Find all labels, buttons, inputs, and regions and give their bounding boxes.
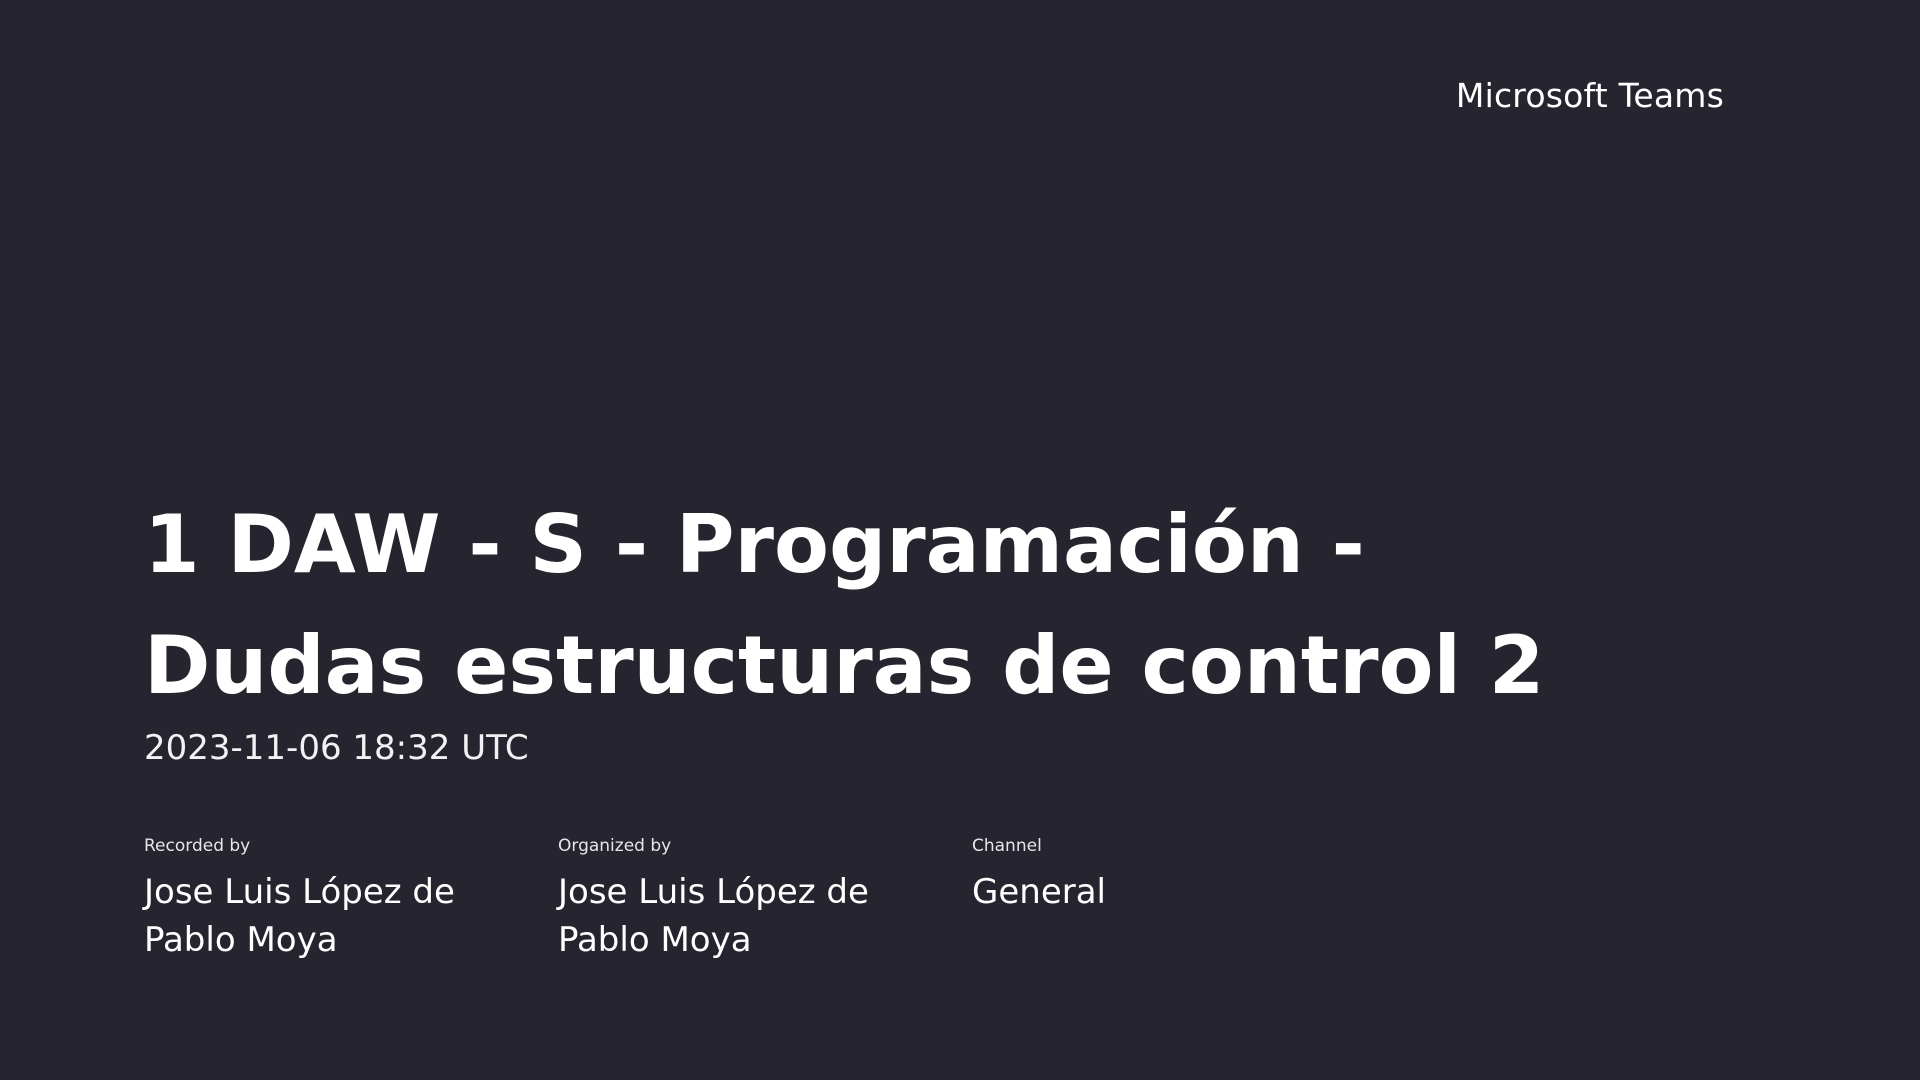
organized-by-value: Jose Luis López de Pablo Moya	[558, 872, 869, 960]
recorded-by-section: Recorded by Jose Luis López de Pablo Moy…	[144, 836, 558, 964]
recorded-by-label: Recorded by	[144, 836, 251, 856]
organized-by-label: Organized by	[558, 836, 672, 856]
channel-section: Channel General	[972, 836, 1372, 964]
meeting-header: 1 DAW - S - Programación - Dudas estruct…	[144, 484, 1644, 770]
organized-by-section: Organized by Jose Luis López de Pablo Mo…	[558, 836, 972, 964]
recording-title-card: Microsoft Teams 1 DAW - S - Programación…	[0, 0, 1920, 1080]
channel-value: General	[972, 872, 1106, 912]
recorded-by-value: Jose Luis López de Pablo Moya	[144, 872, 455, 960]
meeting-details: Recorded by Jose Luis López de Pablo Moy…	[144, 836, 1372, 964]
meeting-datetime: 2023-11-06 18:32 UTC	[144, 728, 529, 768]
app-brand-name: Microsoft Teams	[1455, 76, 1724, 115]
channel-label: Channel	[972, 836, 1042, 856]
meeting-title: 1 DAW - S - Programación - Dudas estruct…	[144, 498, 1545, 712]
